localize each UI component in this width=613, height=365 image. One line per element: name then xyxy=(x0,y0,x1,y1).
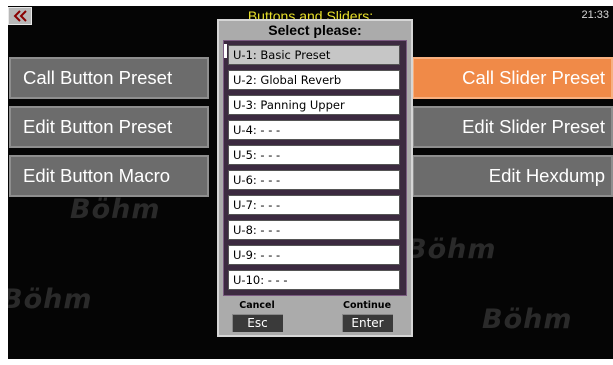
scroll-indicator[interactable] xyxy=(224,44,227,58)
enter-button[interactable]: Enter xyxy=(341,314,393,332)
list-item[interactable]: U-3: Panning Upper xyxy=(228,95,400,115)
bohm-logo: Böhm xyxy=(70,194,161,225)
list-item[interactable]: U-1: Basic Preset xyxy=(228,45,400,65)
select-dialog: Select please: U-1: Basic Preset U-2: Gl… xyxy=(217,19,413,337)
bohm-logo: Böhm xyxy=(482,304,573,335)
continue-caption: Continue xyxy=(342,300,392,311)
edit-button-macro-button[interactable]: Edit Button Macro xyxy=(9,155,209,197)
call-button-preset-button[interactable]: Call Button Preset xyxy=(9,57,209,99)
clock: 21:33 xyxy=(581,9,609,21)
esc-button[interactable]: Esc xyxy=(231,314,283,332)
preset-list: U-1: Basic Preset U-2: Global Reverb U-3… xyxy=(223,40,407,296)
screen: Böhm Böhm Böhm Böhm Buttons and Sliders:… xyxy=(8,6,613,359)
bohm-logo: Böhm xyxy=(406,234,497,265)
edit-button-preset-button[interactable]: Edit Button Preset xyxy=(9,106,209,148)
cancel-action: Cancel Esc xyxy=(231,300,283,332)
cancel-caption: Cancel xyxy=(239,300,275,311)
continue-action: Continue Enter xyxy=(341,300,393,332)
list-item[interactable]: U-5: - - - xyxy=(228,145,400,165)
list-item[interactable]: U-2: Global Reverb xyxy=(228,70,400,90)
edit-slider-preset-button[interactable]: Edit Slider Preset xyxy=(412,106,613,148)
list-item[interactable]: U-7: - - - xyxy=(228,195,400,215)
bohm-logo: Böhm xyxy=(8,284,93,315)
list-item[interactable]: U-4: - - - xyxy=(228,120,400,140)
list-item[interactable]: U-9: - - - xyxy=(228,245,400,265)
list-item[interactable]: U-10: - - - xyxy=(228,270,400,290)
call-slider-preset-button[interactable]: Call Slider Preset xyxy=(412,57,613,99)
list-item[interactable]: U-8: - - - xyxy=(228,220,400,240)
edit-hexdump-button[interactable]: Edit Hexdump xyxy=(412,155,613,197)
list-item[interactable]: U-6: - - - xyxy=(228,170,400,190)
dialog-title: Select please: xyxy=(268,22,362,38)
